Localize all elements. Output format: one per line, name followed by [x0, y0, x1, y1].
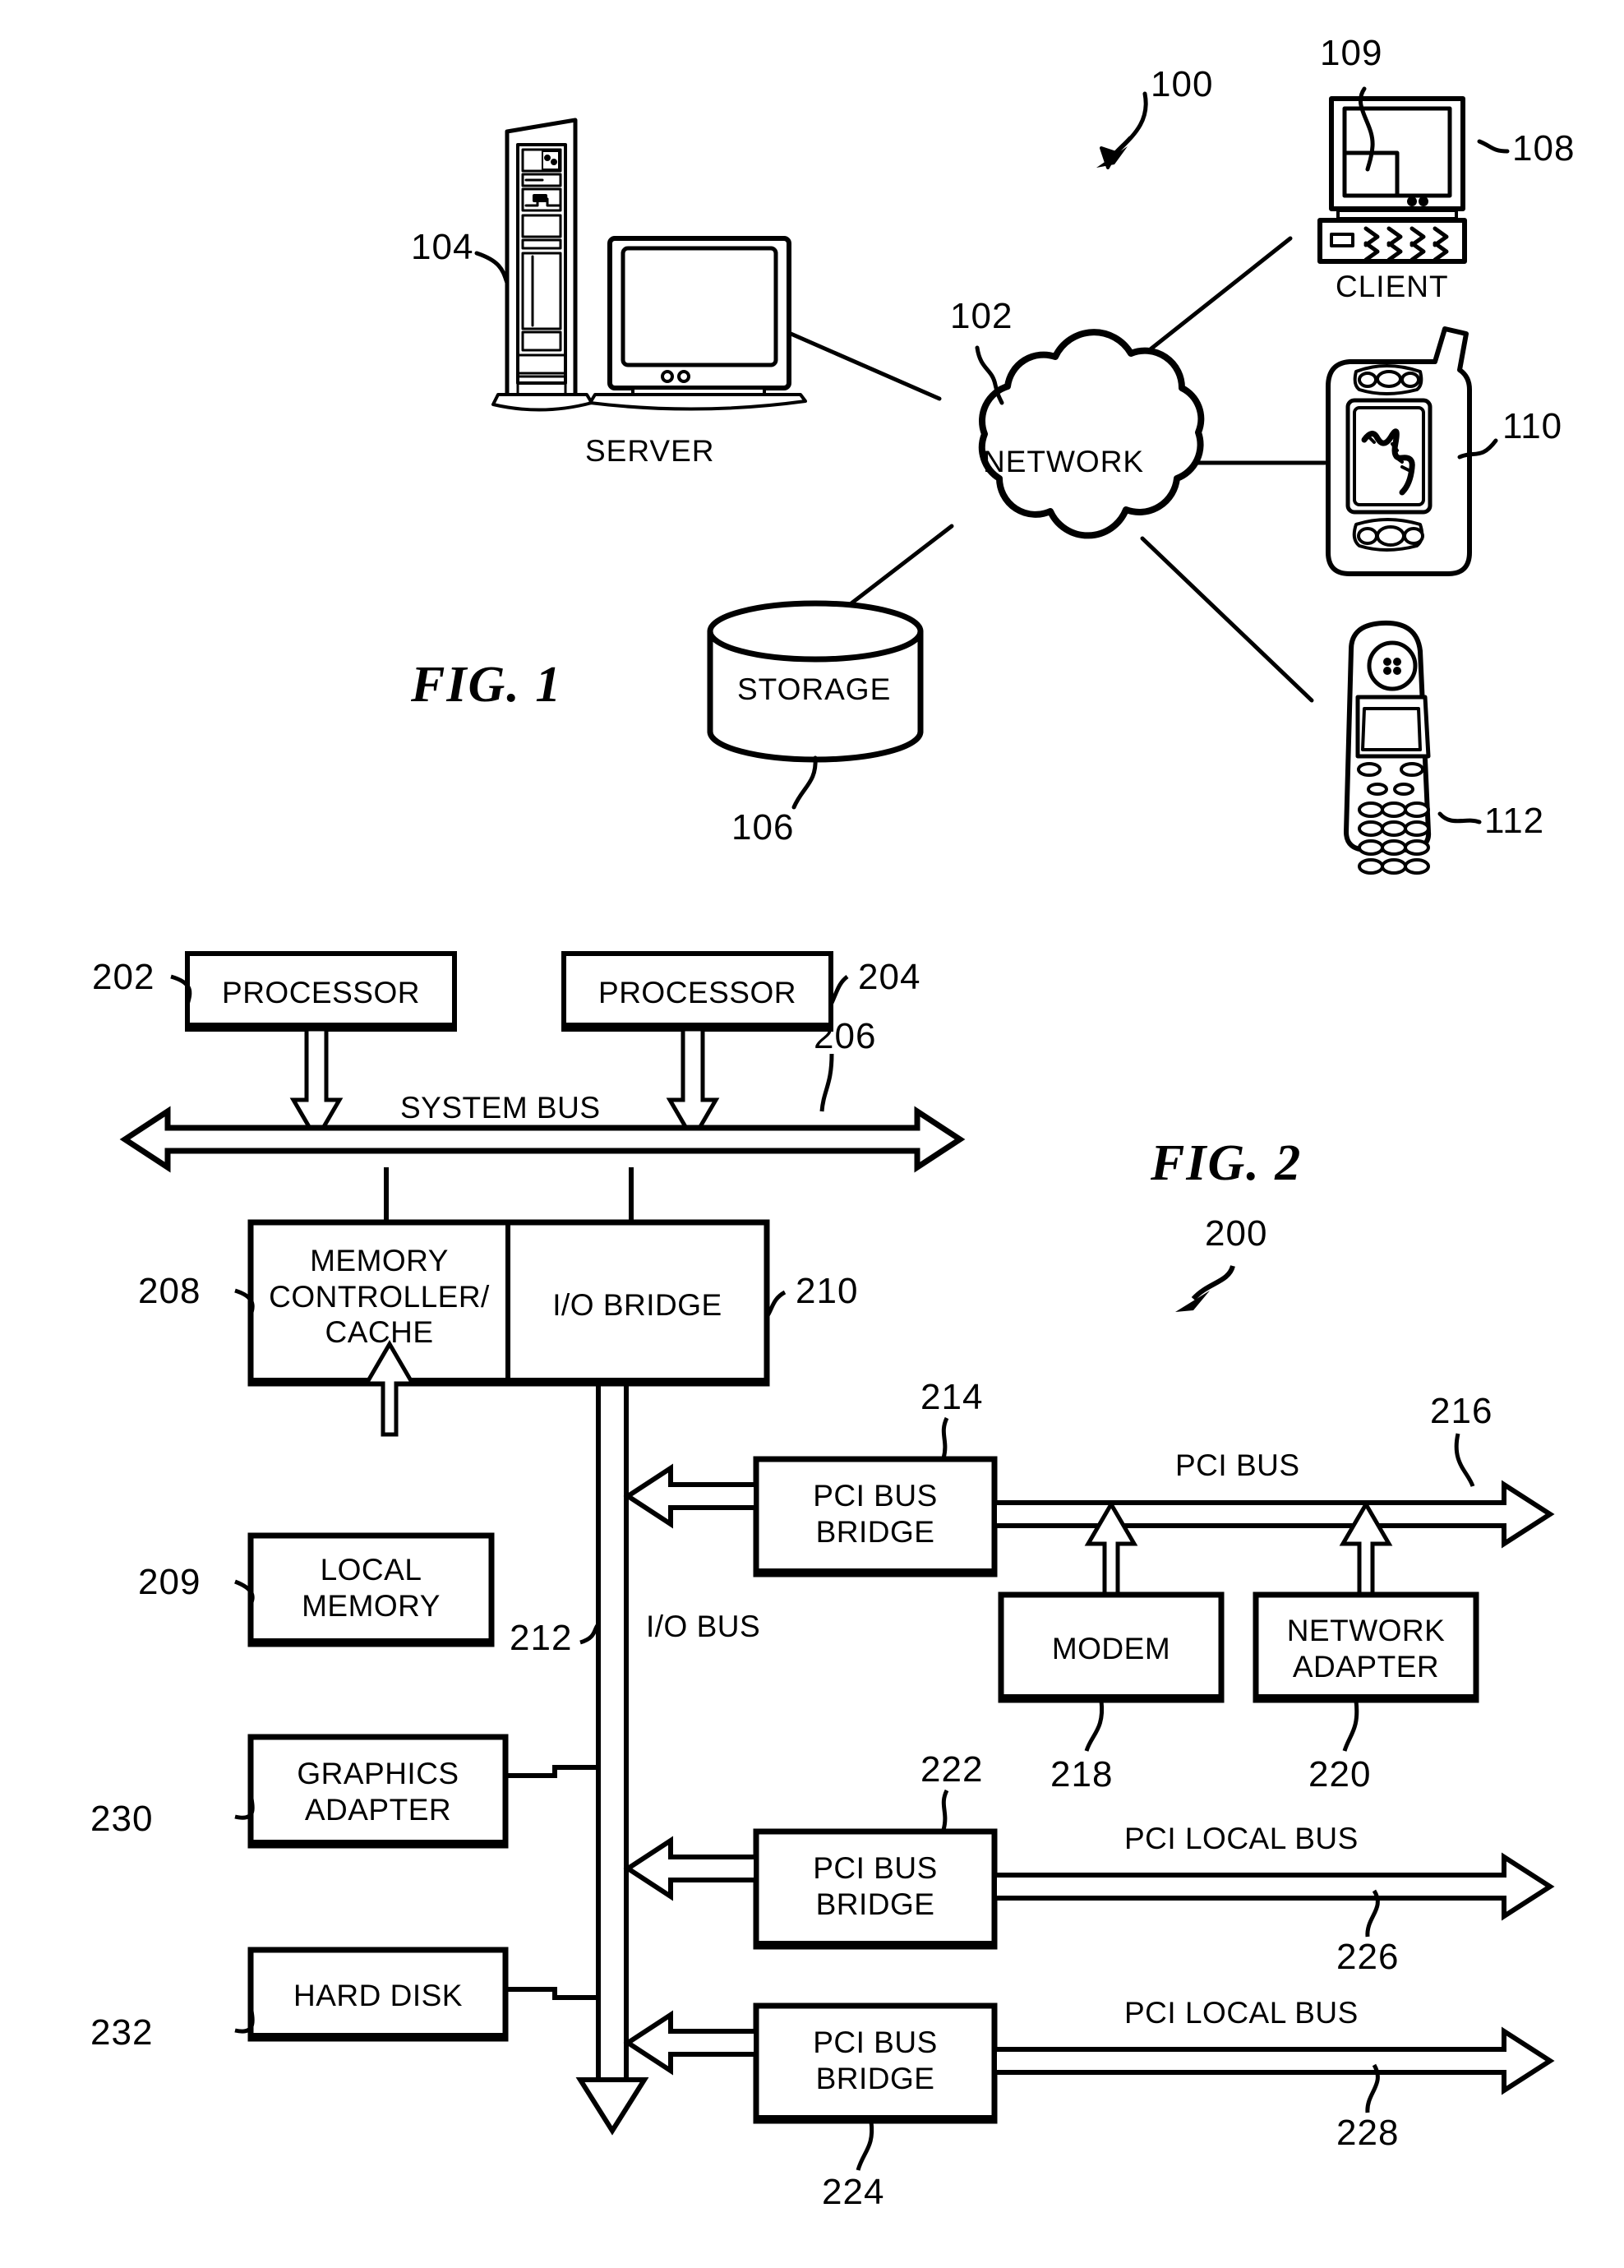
block-label-graphics-adapter: GRAPHICS ADAPTER [297, 1757, 459, 1827]
block-label-processor-left: PROCESSOR [222, 976, 420, 1009]
ref-214: 214 [920, 1377, 984, 1417]
ref-202: 202 [92, 957, 155, 997]
block-label-pci-bus-bridge-1: PCI BUS BRIDGE [813, 1479, 938, 1549]
figure-2-graphics [119, 951, 1555, 2171]
block-label-pci-bus-bridge-2: PCI BUS BRIDGE [813, 1851, 938, 1921]
ref-206: 206 [814, 1016, 877, 1056]
figure-2-caption: FIG. 2 [1151, 1135, 1303, 1191]
ref-208: 208 [138, 1271, 201, 1311]
ref-212: 212 [510, 1618, 573, 1658]
bus-label-io-bus: I/O BUS [646, 1610, 761, 1643]
ref-230: 230 [90, 1799, 154, 1839]
block-label-hard-disk: HARD DISK [293, 1979, 463, 2012]
bus-label-pci-bus: PCI BUS [1175, 1448, 1300, 1482]
block-label-io-bridge: I/O BRIDGE [552, 1288, 722, 1322]
ref-210: 210 [796, 1271, 859, 1311]
ref-228: 228 [1336, 2113, 1400, 2153]
bus-label-system-bus: SYSTEM BUS [400, 1091, 601, 1125]
block-label-modem: MODEM [1051, 1632, 1171, 1665]
patent-drawing-sheet: FIG. 1 100 104 102 106 108 109 110 112 S… [0, 0, 1624, 2268]
ref-232: 232 [90, 2012, 154, 2053]
block-label-local-memory: LOCAL MEMORY [302, 1553, 441, 1623]
ref-218: 218 [1050, 1754, 1114, 1795]
ref-216: 216 [1430, 1391, 1493, 1431]
block-label-memory-controller: MEMORY CONTROLLER/ CACHE [269, 1244, 490, 1350]
ref-222: 222 [920, 1749, 984, 1790]
ref-224: 224 [822, 2172, 885, 2212]
bus-label-pci-local-bus-1: PCI LOCAL BUS [1124, 1822, 1359, 1855]
block-label-processor-right: PROCESSOR [598, 976, 796, 1009]
ref-204: 204 [858, 957, 921, 997]
ref-200: 200 [1205, 1213, 1268, 1254]
ref-226: 226 [1336, 1937, 1400, 1977]
ref-220: 220 [1308, 1754, 1372, 1795]
block-label-network-adapter: NETWORK ADAPTER [1286, 1614, 1446, 1684]
bus-label-pci-local-bus-2: PCI LOCAL BUS [1124, 1996, 1359, 2030]
ref-209: 209 [138, 1562, 201, 1602]
block-label-pci-bus-bridge-3: PCI BUS BRIDGE [813, 2025, 938, 2095]
